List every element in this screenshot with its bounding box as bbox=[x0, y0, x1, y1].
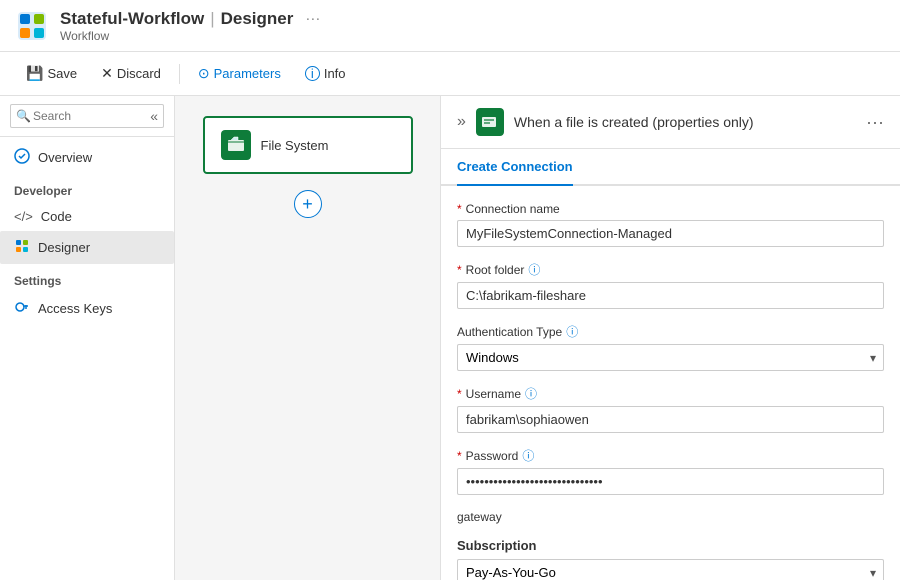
access-keys-icon bbox=[14, 299, 30, 318]
code-icon: </> bbox=[14, 209, 33, 224]
panel-header-title: When a file is created (properties only) bbox=[514, 114, 856, 130]
form-row-username: * Username ⓘ bbox=[457, 385, 884, 433]
subscription-select[interactable]: Pay-As-You-Go bbox=[457, 559, 884, 580]
form-row-auth-type: Authentication Type ⓘ Windows Basic OAut… bbox=[457, 323, 884, 371]
form-row-connection-name: * Connection name bbox=[457, 202, 884, 247]
save-button[interactable]: 💾 Save bbox=[16, 61, 87, 86]
auth-type-info-icon[interactable]: ⓘ bbox=[566, 323, 578, 340]
username-info-icon[interactable]: ⓘ bbox=[525, 385, 537, 402]
parameters-icon: ⊙ bbox=[198, 65, 210, 82]
required-star-password: * bbox=[457, 449, 462, 463]
connection-name-input[interactable] bbox=[457, 220, 884, 247]
main-layout: 🔍 « Overview Developer </> Code bbox=[0, 96, 900, 580]
password-info-icon[interactable]: ⓘ bbox=[522, 447, 534, 464]
info-button[interactable]: i Info bbox=[295, 62, 356, 85]
app-logo bbox=[16, 10, 48, 42]
panel-tabs: Create Connection bbox=[441, 149, 900, 186]
app-header: Stateful-Workflow | Designer ··· Workflo… bbox=[0, 0, 900, 52]
parameters-button[interactable]: ⊙ Parameters bbox=[188, 61, 291, 86]
required-star: * bbox=[457, 202, 462, 216]
root-folder-info-icon[interactable]: ⓘ bbox=[528, 261, 540, 278]
tab-create-connection[interactable]: Create Connection bbox=[457, 149, 573, 186]
auth-type-select-wrapper: Windows Basic OAuth ▾ bbox=[457, 344, 884, 371]
add-step-button[interactable]: + bbox=[294, 190, 322, 218]
required-star-root: * bbox=[457, 263, 462, 277]
panel-header: » When a file is created (properties onl… bbox=[441, 96, 900, 149]
canvas-node-file-system[interactable]: File System bbox=[203, 116, 413, 174]
canvas-area: File System + bbox=[175, 96, 440, 580]
search-input[interactable] bbox=[10, 104, 164, 128]
sidebar-item-designer[interactable]: Designer bbox=[0, 231, 174, 264]
sidebar-item-overview[interactable]: Overview bbox=[0, 141, 174, 174]
right-panel: » When a file is created (properties onl… bbox=[440, 96, 900, 580]
app-more[interactable]: ··· bbox=[305, 10, 320, 27]
root-folder-input[interactable] bbox=[457, 282, 884, 309]
sidebar: 🔍 « Overview Developer </> Code bbox=[0, 96, 175, 580]
panel-expand-button[interactable]: » bbox=[457, 113, 466, 131]
panel-header-icon bbox=[476, 108, 504, 136]
sidebar-nav: Overview Developer </> Code Designer bbox=[0, 137, 174, 580]
username-input[interactable] bbox=[457, 406, 884, 433]
connection-name-label: Connection name bbox=[466, 202, 560, 216]
form-row-subscription: Subscription Pay-As-You-Go ▾ bbox=[457, 538, 884, 580]
auth-type-label: Authentication Type bbox=[457, 325, 562, 339]
password-label: Password bbox=[466, 449, 519, 463]
designer-label: Designer bbox=[221, 9, 294, 29]
subscription-select-wrapper: Pay-As-You-Go ▾ bbox=[457, 559, 884, 580]
required-star-username: * bbox=[457, 387, 462, 401]
title-separator: | bbox=[210, 9, 214, 29]
info-icon: i bbox=[305, 66, 320, 81]
app-title: Stateful-Workflow bbox=[60, 9, 204, 29]
root-folder-label: Root folder bbox=[466, 263, 525, 277]
auth-type-select[interactable]: Windows Basic OAuth bbox=[457, 344, 884, 371]
app-subtitle: Workflow bbox=[60, 29, 320, 43]
gateway-label: gateway bbox=[457, 510, 502, 524]
designer-nav-icon bbox=[14, 238, 30, 257]
sidebar-item-code[interactable]: </> Code bbox=[0, 202, 174, 231]
sidebar-collapse-button[interactable]: « bbox=[144, 106, 164, 126]
toolbar-separator bbox=[179, 64, 180, 84]
canvas-node-label: File System bbox=[261, 138, 329, 153]
sidebar-search-container: 🔍 « bbox=[0, 96, 174, 137]
panel-header-more-button[interactable]: ··· bbox=[866, 112, 884, 133]
save-icon: 💾 bbox=[26, 65, 43, 82]
subscription-section-label: Subscription bbox=[457, 538, 884, 553]
overview-icon bbox=[14, 148, 30, 167]
username-label: Username bbox=[466, 387, 521, 401]
search-icon: 🔍 bbox=[16, 109, 31, 123]
form-row-root-folder: * Root folder ⓘ bbox=[457, 261, 884, 309]
discard-button[interactable]: ✕ Discard bbox=[91, 61, 171, 86]
developer-section-label: Developer bbox=[0, 174, 174, 202]
discard-icon: ✕ bbox=[101, 65, 113, 82]
file-system-icon bbox=[221, 130, 251, 160]
panel-content: * Connection name * Root folder ⓘ Authen… bbox=[441, 186, 900, 580]
sidebar-item-access-keys[interactable]: Access Keys bbox=[0, 292, 174, 325]
form-row-gateway-label: gateway bbox=[457, 509, 884, 524]
app-title-group: Stateful-Workflow | Designer ··· Workflo… bbox=[60, 9, 320, 43]
settings-section-label: Settings bbox=[0, 264, 174, 292]
form-row-password: * Password ⓘ bbox=[457, 447, 884, 495]
password-input[interactable] bbox=[457, 468, 884, 495]
toolbar: 💾 Save ✕ Discard ⊙ Parameters i Info bbox=[0, 52, 900, 96]
